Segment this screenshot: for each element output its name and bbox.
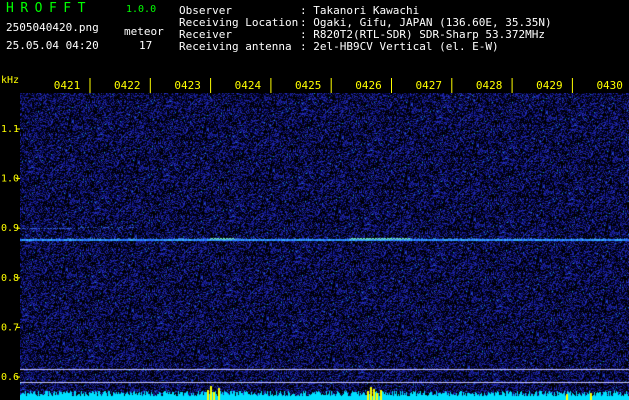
meteor-count: 17 <box>139 39 153 52</box>
time-label: 0426 <box>355 79 382 92</box>
frequency-label: 1.0 <box>1 174 19 185</box>
info-key-antenna: Receiving antenna <box>179 40 292 53</box>
meteor-label: meteor <box>124 25 164 38</box>
time-label: 0427 <box>416 79 443 92</box>
frequency-label: 1.1 <box>1 124 19 135</box>
frequency-label: 0.7 <box>1 322 19 333</box>
frequency-axis: 1.1 1.0 0.9 0.8 0.7 0.6 <box>1 124 20 383</box>
app-version: 1.0.0 <box>126 4 157 15</box>
frequency-label: 0.8 <box>1 273 19 284</box>
time-label: 0425 <box>295 79 322 92</box>
time-label: 0428 <box>476 79 503 92</box>
frequency-label: 0.6 <box>1 372 19 383</box>
file-name: 2505040420.png <box>6 21 99 34</box>
frequency-label: 0.9 <box>1 223 19 234</box>
spectrogram-canvas <box>20 93 629 400</box>
time-axis: 0421 0422 0423 0424 0425 0426 0427 0428 0429 0430 <box>54 78 623 93</box>
header-panel: HROFFT 1.0.0 2505040420.png meteor 25.05… <box>0 0 629 75</box>
time-label: 0423 <box>174 79 201 92</box>
spectrogram <box>20 93 629 400</box>
datetime: 25.05.04 04:20 <box>6 39 99 52</box>
app-name: HROFFT <box>6 1 92 16</box>
axis-unit-label: kHz <box>1 75 19 86</box>
time-label: 0429 <box>536 79 563 92</box>
time-label: 0430 <box>596 79 623 92</box>
time-label: 0422 <box>114 79 141 92</box>
time-label: 0421 <box>54 79 81 92</box>
time-label: 0424 <box>235 79 262 92</box>
info-value-antenna: : 2el-HB9CV Vertical (el. E-W) <box>300 40 499 53</box>
